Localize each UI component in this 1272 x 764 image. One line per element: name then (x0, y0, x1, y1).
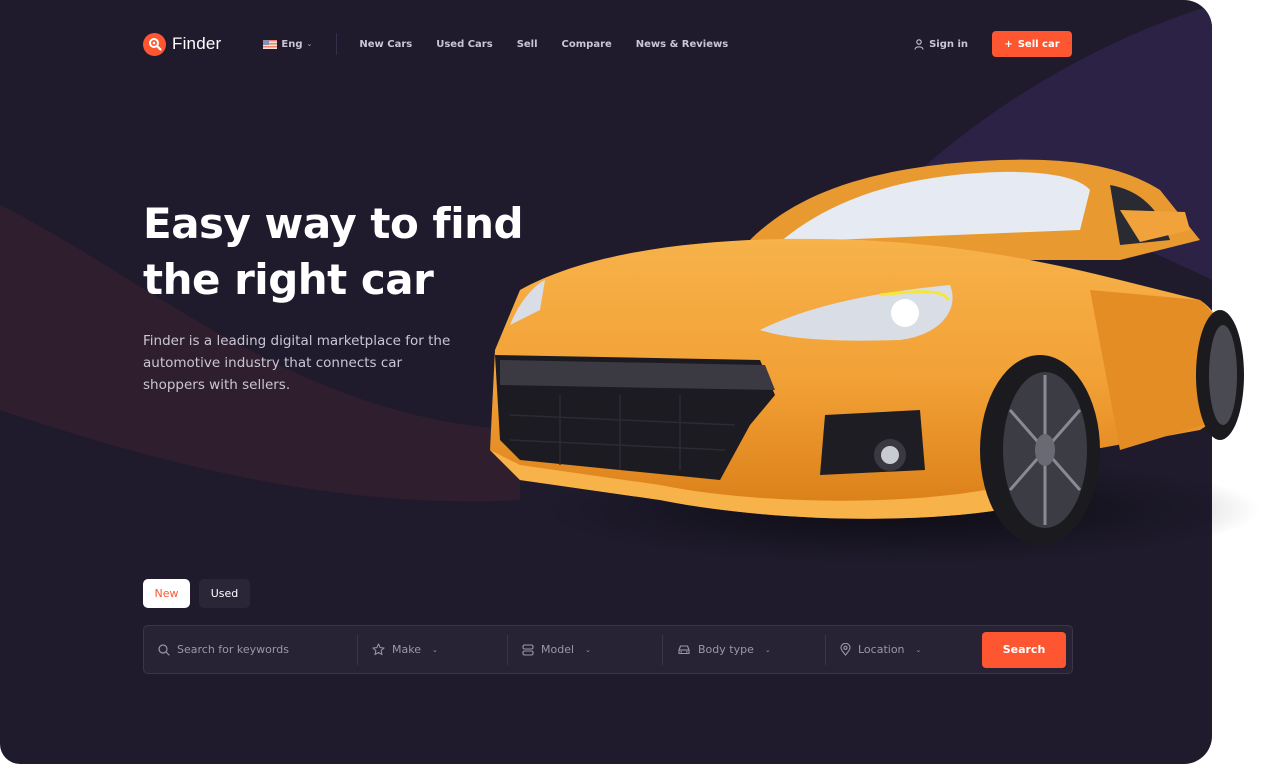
hero-title: Easy way to find the right car (143, 196, 524, 308)
keywords-input[interactable] (177, 643, 347, 656)
logo-text: Finder (172, 34, 222, 53)
search-icon (158, 643, 170, 656)
sign-in-label: Sign in (929, 38, 968, 50)
location-pin-icon (840, 643, 851, 656)
header-divider (336, 33, 338, 55)
star-icon (372, 643, 385, 656)
car-image (490, 159, 1260, 565)
main-nav: New Cars Used Cars Sell Compare News & R… (359, 39, 728, 50)
hero-title-line2: the right car (143, 255, 434, 304)
language-label: Eng (281, 38, 303, 50)
chevron-down-icon: ⌄ (585, 645, 591, 654)
user-icon (914, 38, 924, 50)
language-selector[interactable]: Eng ⌄ (263, 39, 312, 50)
chevron-down-icon: ⌄ (764, 645, 771, 654)
us-flag-icon (263, 39, 278, 49)
search-bar: Make ⌄ Model ⌄ Body type ⌄ Location ⌄ Se… (143, 625, 1073, 674)
hero-description: Finder is a leading digital marketplace … (143, 333, 451, 393)
sell-car-label: Sell car (1017, 38, 1060, 50)
nav-news-reviews[interactable]: News & Reviews (636, 39, 728, 50)
model-stack-icon (522, 643, 534, 656)
model-label: Model (541, 643, 575, 656)
nav-compare[interactable]: Compare (562, 39, 612, 50)
sign-in-link[interactable]: Sign in (914, 39, 968, 50)
location-label: Location (858, 643, 905, 656)
model-dropdown[interactable]: Model ⌄ (507, 634, 662, 665)
nav-new-cars[interactable]: New Cars (359, 39, 412, 50)
search-button[interactable]: Search (982, 631, 1066, 668)
location-dropdown[interactable]: Location ⌄ (825, 634, 982, 665)
nav-sell[interactable]: Sell (517, 39, 538, 50)
chevron-down-icon: ⌄ (431, 645, 438, 654)
car-icon (677, 644, 691, 656)
chevron-down-icon: ⌄ (915, 645, 922, 654)
plus-icon: + (1004, 38, 1013, 50)
logo-search-icon (143, 32, 166, 56)
make-dropdown[interactable]: Make ⌄ (357, 634, 507, 665)
body-type-dropdown[interactable]: Body type ⌄ (662, 634, 825, 665)
condition-tabs: New Used (143, 579, 250, 608)
site-header: Finder Eng ⌄ New Cars Used Cars Sell Com… (143, 30, 1072, 58)
make-label: Make (392, 643, 421, 656)
nav-used-cars[interactable]: Used Cars (436, 39, 492, 50)
keywords-field[interactable] (144, 626, 357, 673)
body-type-label: Body type (698, 643, 754, 656)
hero-title-line1: Easy way to find (143, 199, 524, 248)
logo[interactable]: Finder (143, 32, 222, 56)
sell-car-button[interactable]: + Sell car (992, 31, 1072, 57)
tab-used[interactable]: Used (199, 579, 250, 608)
tab-new[interactable]: New (143, 579, 190, 608)
chevron-down-icon: ⌄ (306, 40, 313, 48)
